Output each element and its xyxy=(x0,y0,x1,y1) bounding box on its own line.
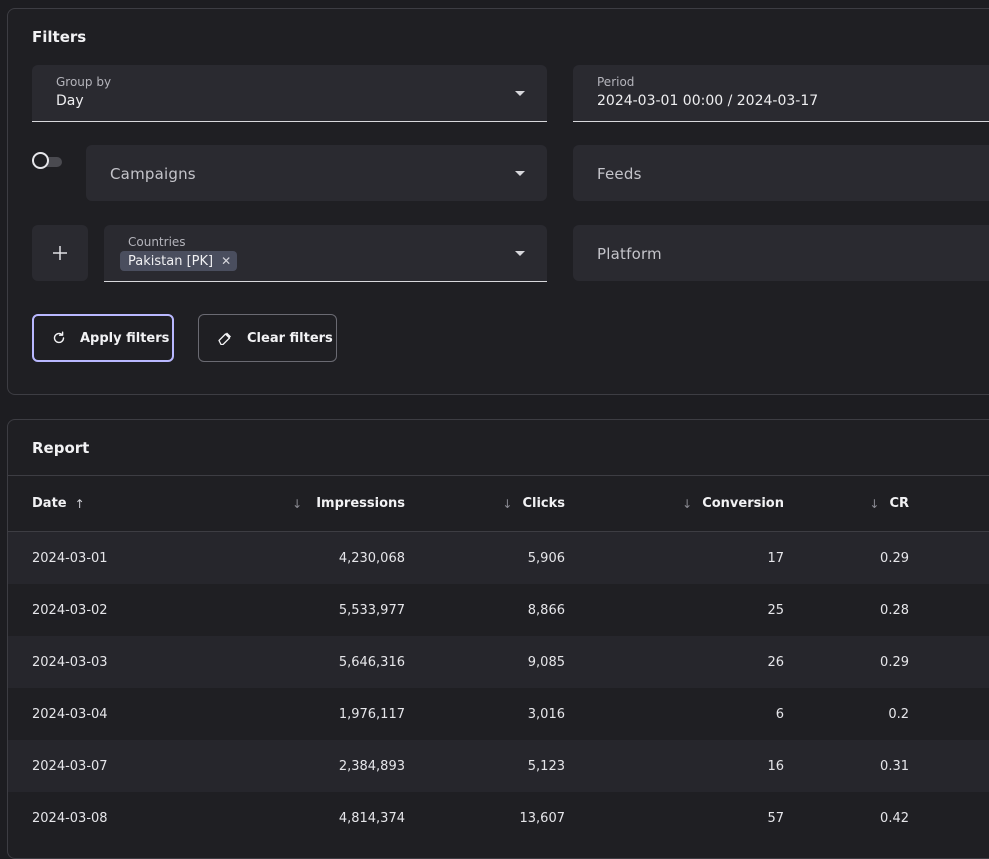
clear-filters-button[interactable]: Clear filters xyxy=(198,314,337,362)
column-label: CR xyxy=(889,496,909,511)
column-header-date[interactable]: Date ↑ xyxy=(32,476,85,531)
column-label: Impressions xyxy=(316,496,405,511)
cell-impressions: 5,646,316 xyxy=(338,654,405,670)
platform-placeholder: Platform xyxy=(597,245,662,263)
country-chip-label: Pakistan [PK] xyxy=(128,253,214,269)
cell-conversion: 16 xyxy=(767,758,784,774)
report-panel: Report Date ↑ ↓ Impressions ↓ Clicks ↓ C… xyxy=(7,419,989,859)
column-label: Conversion xyxy=(702,496,784,511)
chevron-down-icon[interactable] xyxy=(515,91,525,96)
cell-date: 2024-03-07 xyxy=(32,758,108,774)
column-label: Date xyxy=(32,496,67,511)
cell-impressions: 4,814,374 xyxy=(338,810,405,826)
clear-filters-label: Clear filters xyxy=(247,330,333,346)
column-label: Clicks xyxy=(522,496,565,511)
cell-impressions: 4,230,068 xyxy=(338,550,405,566)
table-row[interactable]: 2024-03-02 5,533,977 8,866 25 0.28 xyxy=(8,584,989,636)
cell-cr: 0.42 xyxy=(880,810,909,826)
table-header: Date ↑ ↓ Impressions ↓ Clicks ↓ Conversi… xyxy=(8,476,989,532)
apply-filters-button[interactable]: Apply filters xyxy=(32,314,174,362)
cell-conversion: 17 xyxy=(767,550,784,566)
refresh-icon xyxy=(53,331,65,344)
cell-date: 2024-03-04 xyxy=(32,706,108,722)
feeds-select[interactable]: Feeds xyxy=(573,145,989,201)
cell-clicks: 13,607 xyxy=(519,810,566,826)
campaigns-placeholder: Campaigns xyxy=(110,165,196,183)
period-label: Period xyxy=(597,75,635,89)
chevron-down-icon[interactable] xyxy=(515,251,525,256)
feeds-placeholder: Feeds xyxy=(597,165,642,183)
cell-cr: 0.2 xyxy=(888,706,909,722)
cell-impressions: 1,976,117 xyxy=(338,706,405,722)
sort-up-icon[interactable]: ↑ xyxy=(75,497,85,511)
sort-down-icon[interactable]: ↓ xyxy=(502,497,512,511)
column-header-conversion[interactable]: ↓ Conversion xyxy=(682,476,784,531)
campaigns-select[interactable]: Campaigns xyxy=(86,145,547,201)
filter-toggle[interactable] xyxy=(32,152,62,171)
eraser-icon xyxy=(218,332,231,345)
cell-conversion: 25 xyxy=(767,602,784,618)
cell-cr: 0.28 xyxy=(880,602,909,618)
cell-impressions: 2,384,893 xyxy=(338,758,405,774)
countries-label: Countries xyxy=(128,235,186,249)
column-header-cr[interactable]: ↓ CR xyxy=(869,476,909,531)
sort-down-icon[interactable]: ↓ xyxy=(869,497,879,511)
cell-date: 2024-03-02 xyxy=(32,602,108,618)
add-filter-button[interactable] xyxy=(32,225,88,281)
group-by-select[interactable]: Group by Day xyxy=(32,65,547,122)
countries-select[interactable]: Countries Pakistan [PK] ✕ xyxy=(104,225,547,282)
cell-conversion: 57 xyxy=(767,810,784,826)
cell-cr: 0.29 xyxy=(880,550,909,566)
cell-clicks: 9,085 xyxy=(527,654,565,670)
cell-cr: 0.31 xyxy=(880,758,909,774)
cell-clicks: 8,866 xyxy=(527,602,565,618)
table-row[interactable]: 2024-03-08 4,814,374 13,607 57 0.42 xyxy=(8,792,989,844)
cell-conversion: 26 xyxy=(767,654,784,670)
filters-title: Filters xyxy=(32,28,87,46)
table-row[interactable]: 2024-03-07 2,384,893 5,123 16 0.31 xyxy=(8,740,989,792)
group-by-value: Day xyxy=(56,93,84,109)
filters-panel: Filters Group by Day Period 2024-03-01 0… xyxy=(7,8,989,395)
column-header-clicks[interactable]: ↓ Clicks xyxy=(502,476,565,531)
report-title: Report xyxy=(32,439,90,457)
table-row[interactable]: 2024-03-01 4,230,068 5,906 17 0.29 xyxy=(8,532,989,584)
cell-conversion: 6 xyxy=(775,706,784,722)
sort-down-icon[interactable]: ↓ xyxy=(682,497,692,511)
table-row[interactable]: 2024-03-03 5,646,316 9,085 26 0.29 xyxy=(8,636,989,688)
period-value: 2024-03-01 00:00 / 2024-03-17 xyxy=(597,93,819,109)
cell-cr: 0.29 xyxy=(880,654,909,670)
table-row[interactable]: 2024-03-04 1,976,117 3,016 6 0.2 xyxy=(8,688,989,740)
platform-select[interactable]: Platform xyxy=(573,225,989,281)
plus-icon xyxy=(53,246,67,260)
close-icon[interactable]: ✕ xyxy=(221,254,231,268)
sort-down-icon[interactable]: ↓ xyxy=(292,497,302,511)
cell-impressions: 5,533,977 xyxy=(338,602,405,618)
apply-filters-label: Apply filters xyxy=(80,330,170,346)
cell-clicks: 5,906 xyxy=(527,550,565,566)
cell-date: 2024-03-01 xyxy=(32,550,108,566)
period-field[interactable]: Period 2024-03-01 00:00 / 2024-03-17 xyxy=(573,65,989,122)
cell-clicks: 5,123 xyxy=(527,758,565,774)
toggle-knob[interactable] xyxy=(32,152,49,169)
column-header-impressions[interactable]: ↓ Impressions xyxy=(292,476,405,531)
cell-date: 2024-03-08 xyxy=(32,810,108,826)
cell-date: 2024-03-03 xyxy=(32,654,108,670)
cell-clicks: 3,016 xyxy=(527,706,565,722)
group-by-label: Group by xyxy=(56,75,112,89)
chevron-down-icon[interactable] xyxy=(515,171,525,176)
country-chip[interactable]: Pakistan [PK] ✕ xyxy=(120,251,238,271)
